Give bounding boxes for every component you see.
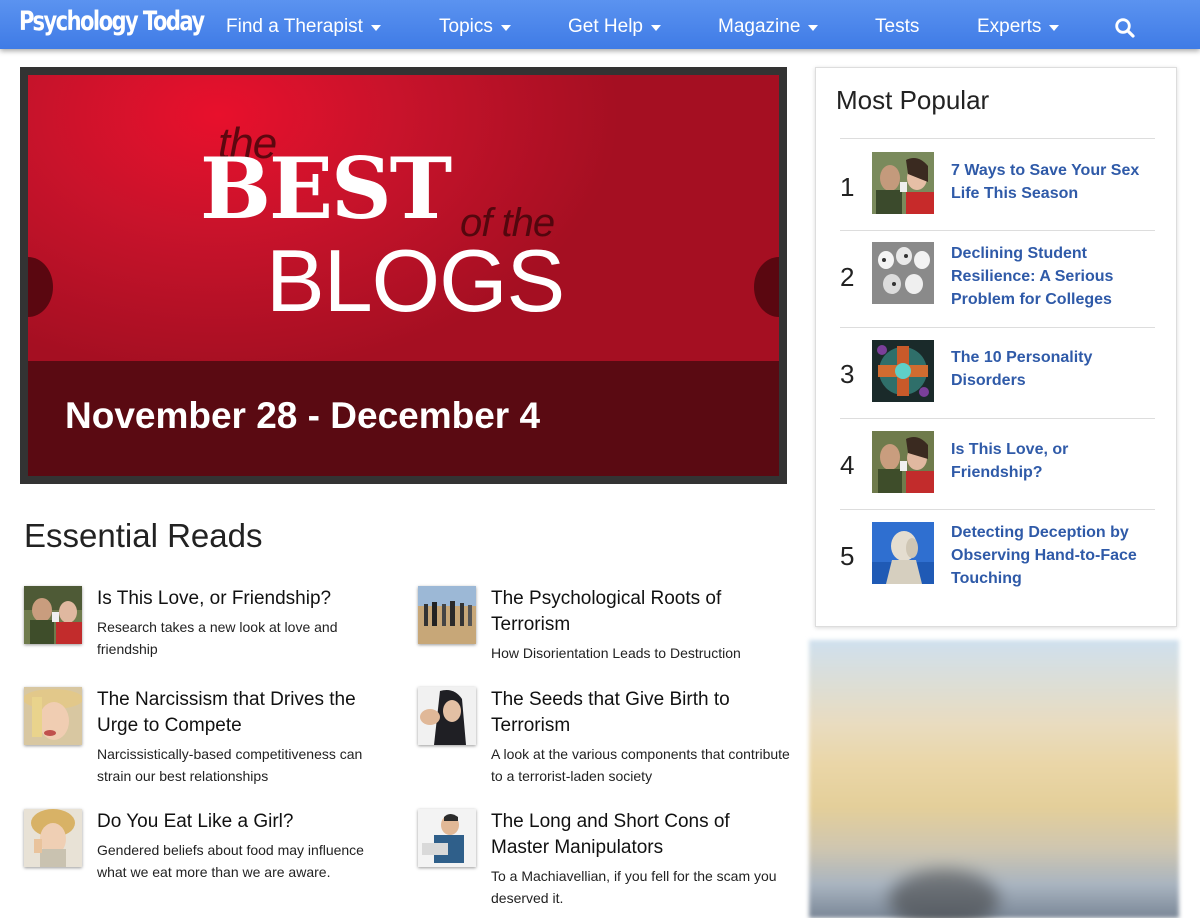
nav-item-magazine[interactable]: Magazine (718, 16, 819, 38)
nav-item-label: Find a Therapist (226, 16, 363, 37)
article-description: A look at the various components that co… (491, 746, 790, 784)
article-thumbnail (24, 809, 82, 867)
popular-thumbnail (872, 431, 934, 493)
popular-rank: 2 (840, 262, 855, 292)
best-of-blogs-banner[interactable]: the BEST of the BLOGS November 28 - Dece… (20, 67, 787, 484)
nav-item-experts[interactable]: Experts (977, 16, 1060, 38)
popular-rank: 4 (840, 450, 855, 480)
article-thumbnail (418, 586, 476, 644)
article-description: To a Machiavellian, if you fell for the … (491, 868, 777, 906)
article-title-link[interactable]: Is This Love, or Friendship? (97, 586, 397, 612)
banner-word-best: BEST (200, 139, 452, 238)
nav-item-get-help[interactable]: Get Help (568, 16, 661, 38)
chevron-down-icon (808, 25, 819, 31)
nav-item-find-a-therapist[interactable]: Find a Therapist (226, 16, 381, 38)
search-button[interactable] (1114, 17, 1136, 39)
article-title-link[interactable]: The Seeds that Give Birth to Terrorism (491, 687, 791, 739)
article-title-link[interactable]: The Long and Short Cons of Master Manipu… (491, 809, 791, 861)
article-description: How Disorientation Leads to Destruction (491, 645, 741, 661)
popular-thumbnail (872, 340, 934, 402)
popular-title-link[interactable]: Detecting Deception by Observing Hand-to… (951, 521, 1146, 590)
essential-reads-heading: Essential Reads (24, 517, 263, 554)
popular-thumbnail (872, 242, 934, 304)
site-logo[interactable]: Psychology Today (19, 6, 205, 37)
ad-figure (889, 870, 999, 918)
nav-item-label: Magazine (718, 16, 801, 37)
banner-word-blogs: BLOGS (266, 231, 565, 330)
article-thumbnail (418, 687, 476, 745)
most-popular-heading: Most Popular (836, 85, 990, 115)
popular-item[interactable]: 2 Declining Student Resilience: A Seriou… (840, 230, 1155, 327)
article-thumbnail (24, 586, 82, 644)
top-nav: Psychology Today Find a Therapist Topics… (0, 0, 1200, 49)
popular-rank: 5 (840, 541, 855, 571)
popular-item[interactable]: 1 7 Ways to Save Your Sex Life This Seas… (840, 138, 1155, 230)
popular-item[interactable]: 3 The 10 Personality Disorders (840, 327, 1155, 418)
popular-thumbnail (872, 522, 934, 584)
banner-date: November 28 - December 4 (65, 395, 541, 436)
popular-item[interactable]: 4 Is This Love, or Friendship? (840, 418, 1155, 509)
article-description: Research takes a new look at love and fr… (97, 619, 338, 657)
chevron-down-icon (1049, 25, 1060, 31)
article-title-link[interactable]: Do You Eat Like a Girl? (97, 809, 397, 835)
popular-rank: 3 (840, 359, 855, 389)
most-popular-panel: Most Popular 1 7 Ways to Save Your Sex L… (815, 67, 1177, 627)
banner-date-band: November 28 - December 4 (28, 361, 779, 476)
nav-item-label: Get Help (568, 16, 643, 37)
nav-item-label: Topics (439, 16, 493, 37)
nav-item-label: Experts (977, 16, 1042, 37)
popular-item[interactable]: 5 Detecting Deception by Observing Hand-… (840, 509, 1155, 609)
nav-item-label: Tests (875, 16, 920, 37)
banner-artwork: the BEST of the BLOGS (28, 75, 779, 361)
chevron-down-icon (500, 25, 511, 31)
search-icon (1115, 18, 1135, 38)
popular-title-link[interactable]: Declining Student Resilience: A Serious … (951, 242, 1146, 311)
article-thumbnail (24, 687, 82, 745)
nav-item-topics[interactable]: Topics (439, 16, 511, 38)
article-title-link[interactable]: The Psychological Roots of Terrorism (491, 586, 791, 638)
article-thumbnail (418, 809, 476, 867)
nav-item-tests[interactable]: Tests (875, 16, 919, 38)
advertisement[interactable] (809, 640, 1179, 918)
popular-title-link[interactable]: 7 Ways to Save Your Sex Life This Season (951, 159, 1146, 205)
banner-notch-left (28, 257, 53, 317)
popular-rank: 1 (840, 172, 855, 202)
article-title-link[interactable]: The Narcissism that Drives the Urge to C… (97, 687, 397, 739)
banner-notch-right (754, 257, 779, 317)
article-description: Narcissistically-based competitiveness c… (97, 746, 363, 784)
chevron-down-icon (650, 25, 661, 31)
article-description: Gendered beliefs about food may influenc… (97, 842, 364, 880)
popular-title-link[interactable]: Is This Love, or Friendship? (951, 438, 1146, 484)
popular-title-link[interactable]: The 10 Personality Disorders (951, 346, 1146, 392)
chevron-down-icon (370, 25, 381, 31)
popular-thumbnail (872, 152, 934, 214)
